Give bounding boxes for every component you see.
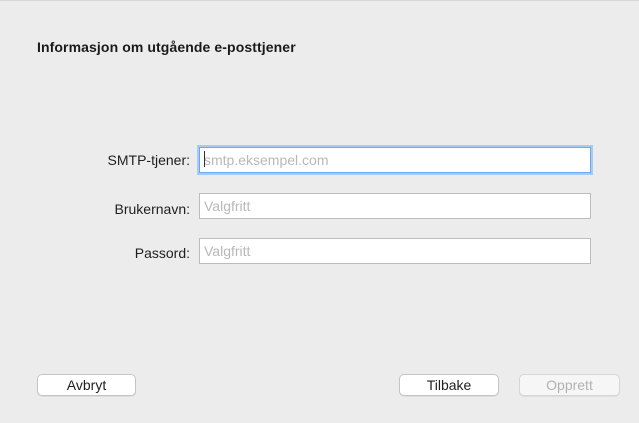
password-label: Passord:	[134, 245, 190, 261]
smtp-server-input[interactable]	[199, 147, 591, 173]
back-button[interactable]: Tilbake	[399, 374, 499, 396]
text-caret	[204, 151, 205, 167]
username-label: Brukernavn:	[114, 201, 190, 217]
create-button[interactable]: Opprett	[519, 374, 620, 396]
password-input[interactable]	[199, 238, 591, 264]
mail-account-setup-dialog: Informasjon om utgående e-posttjener SMT…	[0, 0, 639, 423]
dialog-title: Informasjon om utgående e-posttjener	[37, 39, 296, 55]
cancel-button[interactable]: Avbryt	[37, 374, 136, 396]
username-input[interactable]	[199, 193, 591, 219]
smtp-server-label: SMTP-tjener:	[107, 152, 190, 168]
